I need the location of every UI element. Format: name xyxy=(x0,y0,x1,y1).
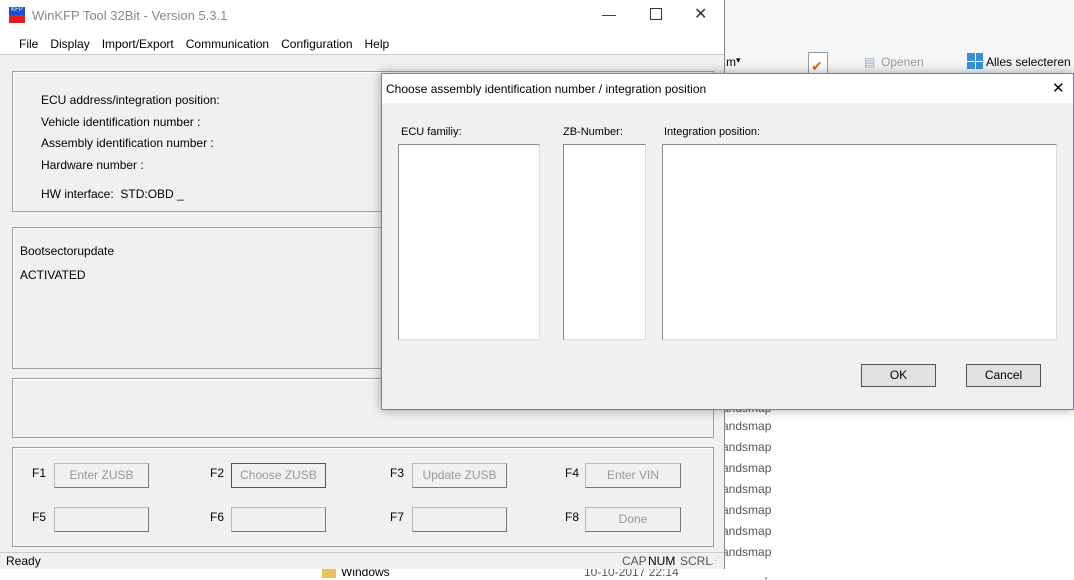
boot-status: ACTIVATED xyxy=(20,268,86,282)
menu-import-export[interactable]: Import/Export xyxy=(96,31,180,51)
select-all-button[interactable]: Alles selecteren xyxy=(986,55,1071,69)
ecu-family-listbox[interactable] xyxy=(398,144,540,340)
menu-display[interactable]: Display xyxy=(44,31,95,51)
menu-file[interactable]: File xyxy=(13,31,44,51)
choose-zusb-button[interactable]: Choose ZUSB xyxy=(231,463,326,488)
f2-label: F2 xyxy=(210,466,225,480)
enter-vin-button[interactable]: Enter VIN xyxy=(585,463,681,488)
scrl-indicator: SCRL xyxy=(680,554,713,568)
num-indicator: NUM xyxy=(648,554,676,568)
menu-communication[interactable]: Communication xyxy=(180,31,275,51)
f8-label: F8 xyxy=(565,510,580,524)
open-button[interactable]: Openen xyxy=(881,55,924,69)
maximize-button[interactable] xyxy=(650,8,662,20)
f4-label: F4 xyxy=(565,466,580,480)
done-button[interactable]: Done xyxy=(585,507,681,532)
resize-grip-icon[interactable]: ⋰ xyxy=(711,555,720,566)
status-bar: Ready CAP NUM SCRL ⋰ xyxy=(0,552,724,569)
dialog-title-bar: Choose assembly identification number / … xyxy=(382,74,1073,103)
list-item[interactable]: andsmap xyxy=(722,503,771,517)
list-item[interactable]: andsmap xyxy=(722,440,771,454)
status-text: Ready xyxy=(6,554,41,568)
dialog-title: Choose assembly identification number / … xyxy=(386,82,707,96)
title-bar: KFP WinKFP Tool 32Bit - Version 5.3.1 — … xyxy=(0,0,724,31)
f1-label: F1 xyxy=(32,466,47,480)
list-item[interactable]: andsmap xyxy=(722,545,771,559)
f6-label: F6 xyxy=(210,510,225,524)
ecu-address-label: ECU address/integration position: xyxy=(41,93,220,107)
ribbon-partial-label: m xyxy=(726,55,736,69)
menu-bar: File Display Import/Export Communication Con… xyxy=(0,31,724,55)
f5-label: F5 xyxy=(32,510,47,524)
f6-button[interactable] xyxy=(231,507,326,532)
f7-button[interactable] xyxy=(412,507,507,532)
cap-indicator: CAP xyxy=(622,554,647,568)
hardware-label: Hardware number : xyxy=(41,158,144,172)
open-icon: ▤ xyxy=(864,55,876,69)
list-item[interactable]: andsmap xyxy=(722,524,771,538)
explorer-ribbon: m ▾ ✔ ▤ Openen Alles selecteren xyxy=(724,0,1074,76)
list-item[interactable]: andsmap xyxy=(722,419,771,433)
integration-position-label: Integration position: xyxy=(664,126,761,138)
boot-label: Bootsectorupdate xyxy=(20,244,115,258)
assembly-label: Assembly identification number : xyxy=(41,136,214,150)
zb-number-listbox[interactable] xyxy=(563,144,646,340)
function-key-panel: F1 Enter ZUSB F2 Choose ZUSB F3 Update Z… xyxy=(12,447,714,547)
f3-label: F3 xyxy=(390,466,405,480)
f7-label: F7 xyxy=(390,510,405,524)
close-button[interactable]: ✕ xyxy=(694,4,707,24)
f5-button[interactable] xyxy=(54,507,149,532)
menu-configuration[interactable]: Configuration xyxy=(275,31,358,51)
dialog-close-button[interactable]: ✕ xyxy=(1052,79,1065,97)
select-all-icon xyxy=(967,53,983,69)
hw-interface-label: HW interface: STD:OBD _ xyxy=(41,187,184,201)
minimize-button[interactable]: — xyxy=(602,6,616,22)
enter-zusb-button[interactable]: Enter ZUSB xyxy=(54,463,149,488)
cancel-button[interactable]: Cancel xyxy=(966,364,1041,387)
window-title: WinKFP Tool 32Bit - Version 5.3.1 xyxy=(32,8,228,23)
ecu-family-label: ECU familiy: xyxy=(401,126,462,138)
choose-assembly-dialog: Choose assembly identification number / … xyxy=(381,73,1074,410)
vin-label: Vehicle identification number : xyxy=(41,115,201,129)
menu-help[interactable]: Help xyxy=(359,31,396,51)
ok-button[interactable]: OK xyxy=(861,364,936,387)
dropdown-arrow-icon[interactable]: ▾ xyxy=(736,55,741,66)
integration-position-listbox[interactable] xyxy=(662,144,1057,340)
list-item[interactable]: andsmap xyxy=(722,482,771,496)
update-zusb-button[interactable]: Update ZUSB xyxy=(412,463,507,488)
zb-number-label: ZB-Number: xyxy=(563,126,623,138)
app-icon: KFP xyxy=(9,7,25,23)
list-item[interactable]: andsmap xyxy=(722,461,771,475)
